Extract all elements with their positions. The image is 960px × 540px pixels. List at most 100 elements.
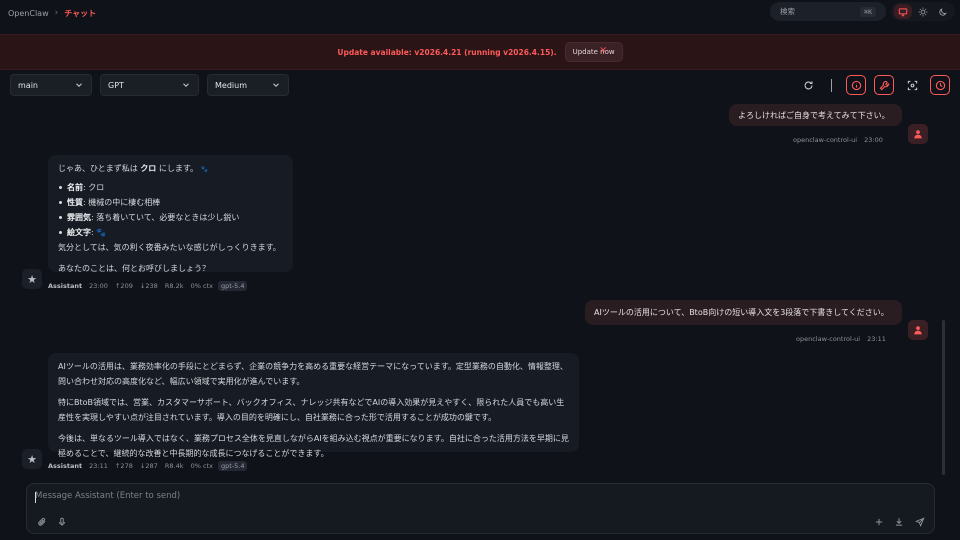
user-message: よろしければご自身で考えてみて下さい。	[729, 104, 902, 126]
tokens-reasoning: R8.2k	[164, 282, 184, 290]
info-icon	[851, 80, 861, 90]
moon-icon	[939, 7, 947, 16]
list-key: 雰囲気	[67, 213, 91, 222]
user-message-text: よろしければご自身で考えてみて下さい。	[738, 110, 890, 120]
tokens-out: ↓238	[139, 282, 158, 290]
list-item: 絵文字: 🐾	[58, 225, 283, 240]
user-message: AIツールの活用について、BtoB向けの短い導入文を3段落で下書きしてください。	[585, 300, 902, 325]
user-icon	[914, 130, 922, 139]
wrench-icon	[879, 80, 889, 90]
list-key: 名前	[67, 183, 83, 192]
chat-scrollbar[interactable]	[942, 320, 945, 475]
refresh-icon	[804, 80, 812, 89]
message-paragraph: 今後は、単なるツール導入ではなく、業務プロセス全体を見直しながらAIを組み込む視…	[58, 434, 569, 458]
message-composer	[26, 483, 935, 534]
chevron-down-icon	[183, 83, 189, 88]
list-value: : 機械の中に棲む相棒	[83, 198, 161, 207]
history-button[interactable]	[930, 75, 950, 95]
theme-dark-button[interactable]	[934, 4, 952, 19]
send-button[interactable]	[913, 515, 927, 529]
download-icon	[895, 518, 903, 526]
model-select-value: GPT	[108, 80, 124, 90]
message-paragraph: AIツールの活用は、業務効率化の手段にとどまらず、企業の競争力を高める重要な経営…	[58, 362, 568, 386]
star-icon: ★	[27, 272, 37, 286]
message-paragraph: 気分としては、気の利く夜番みたいな感じがしっくりきます。	[58, 243, 281, 252]
message-time: 23:11	[867, 335, 886, 343]
list-item: 雰囲気: 落ち着いていて、必要なときは少し鋭い	[58, 210, 283, 225]
theme-light-button[interactable]	[914, 4, 932, 19]
session-select[interactable]: main	[10, 74, 92, 96]
list-key: 絵文字	[67, 228, 91, 237]
model-badge: gpt-5.4	[218, 281, 248, 291]
text-span: じゃあ、ひとまず私は	[58, 164, 141, 173]
message-meta: Assistant 23:00 ↑209 ↓238 R8.2k 0% ctx g…	[48, 281, 248, 291]
tools-button[interactable]	[874, 75, 894, 95]
context-usage: 0% ctx	[190, 282, 213, 290]
session-select-value: main	[18, 80, 38, 90]
message-input[interactable]	[35, 491, 635, 501]
focus-button[interactable]	[902, 75, 922, 95]
export-button[interactable]	[892, 515, 906, 529]
chevron-down-icon	[273, 83, 279, 88]
text-span: にします。	[156, 164, 199, 173]
chat-controls: main GPT Medium	[0, 70, 960, 102]
sun-icon	[918, 7, 928, 16]
refresh-button[interactable]	[798, 75, 818, 95]
breadcrumb-current: チャット	[64, 8, 97, 18]
attach-button[interactable]	[35, 515, 49, 529]
avatar: ★	[22, 449, 42, 469]
add-button[interactable]	[872, 515, 886, 529]
sender-name: openclaw-control-ui	[796, 335, 861, 343]
context-usage: 0% ctx	[190, 462, 213, 470]
attach-icon	[38, 517, 46, 526]
message-paragraph: じゃあ、ひとまず私は クロ にします。 🐾	[58, 161, 283, 177]
message-paragraph: 特にBtoB領域では、営業、カスタマーサポート、バックオフィス、ナレッジ共有など…	[58, 398, 565, 422]
paw-emoji: 🐾	[200, 166, 209, 173]
star-icon: ★	[27, 452, 37, 466]
focus-icon	[907, 80, 917, 90]
message-meta: openclaw-control-ui 23:11	[796, 335, 886, 343]
text-caret	[35, 492, 36, 503]
update-banner: Update available: v2026.4.21 (running v2…	[0, 34, 960, 70]
plus-icon	[875, 518, 883, 526]
message-paragraph: あなたのことは、何とお呼びしましょう？	[58, 264, 210, 273]
list-item: 名前: クロ	[58, 180, 283, 195]
send-icon	[915, 517, 925, 527]
clock-icon	[935, 80, 945, 90]
breadcrumb-separator: ›	[54, 8, 59, 18]
assistant-message: じゃあ、ひとまず私は クロ にします。 🐾 名前: クロ 性質: 機械の中に棲む…	[48, 155, 293, 273]
model-select[interactable]: GPT	[100, 74, 199, 96]
user-message-text: AIツールの活用について、BtoB向けの短い導入文を3段落で下書きしてください。	[594, 308, 889, 317]
list-key: 性質	[67, 198, 83, 207]
message-time: 23:00	[89, 282, 108, 290]
effort-select-value: Medium	[215, 80, 247, 90]
update-banner-text: Update available: v2026.4.21 (running v2…	[337, 47, 557, 57]
model-badge: gpt-5.4	[218, 461, 248, 471]
update-now-button[interactable]: Update now	[564, 42, 623, 62]
list-value: : 落ち着いていて、必要なときは少し鋭い	[91, 213, 240, 222]
search-button[interactable]: 検索 ⌘K	[770, 2, 886, 21]
voice-button[interactable]	[55, 515, 69, 529]
profile-list: 名前: クロ 性質: 機械の中に棲む相棒 雰囲気: 落ち着いていて、必要なときは…	[58, 180, 283, 240]
sender-name: Assistant	[48, 282, 83, 290]
effort-select[interactable]: Medium	[207, 74, 289, 96]
tokens-in: ↑209	[114, 282, 133, 290]
sender-name: Assistant	[48, 462, 83, 470]
tokens-out: ↓287	[139, 462, 158, 470]
message-time: 23:11	[89, 462, 108, 470]
assistant-message: AIツールの活用は、業務効率化の手段にとどまらず、企業の競争力を高める重要な経営…	[48, 353, 579, 458]
theme-system-button[interactable]	[894, 4, 912, 19]
toolbar-divider	[831, 79, 832, 92]
sender-name: openclaw-control-ui	[793, 136, 858, 144]
avatar	[908, 320, 928, 340]
tokens-in: ↑278	[114, 462, 133, 470]
search-label: 検索	[780, 7, 795, 16]
info-button[interactable]	[846, 75, 866, 95]
close-icon[interactable]: ×	[599, 45, 607, 56]
list-value: : クロ	[83, 183, 105, 192]
breadcrumb-root[interactable]: OpenClaw	[8, 9, 49, 18]
list-item: 性質: 機械の中に棲む相棒	[58, 195, 283, 210]
tokens-reasoning: R8.4k	[164, 462, 184, 470]
message-meta: openclaw-control-ui 23:00	[793, 136, 883, 144]
mic-icon	[59, 517, 65, 526]
